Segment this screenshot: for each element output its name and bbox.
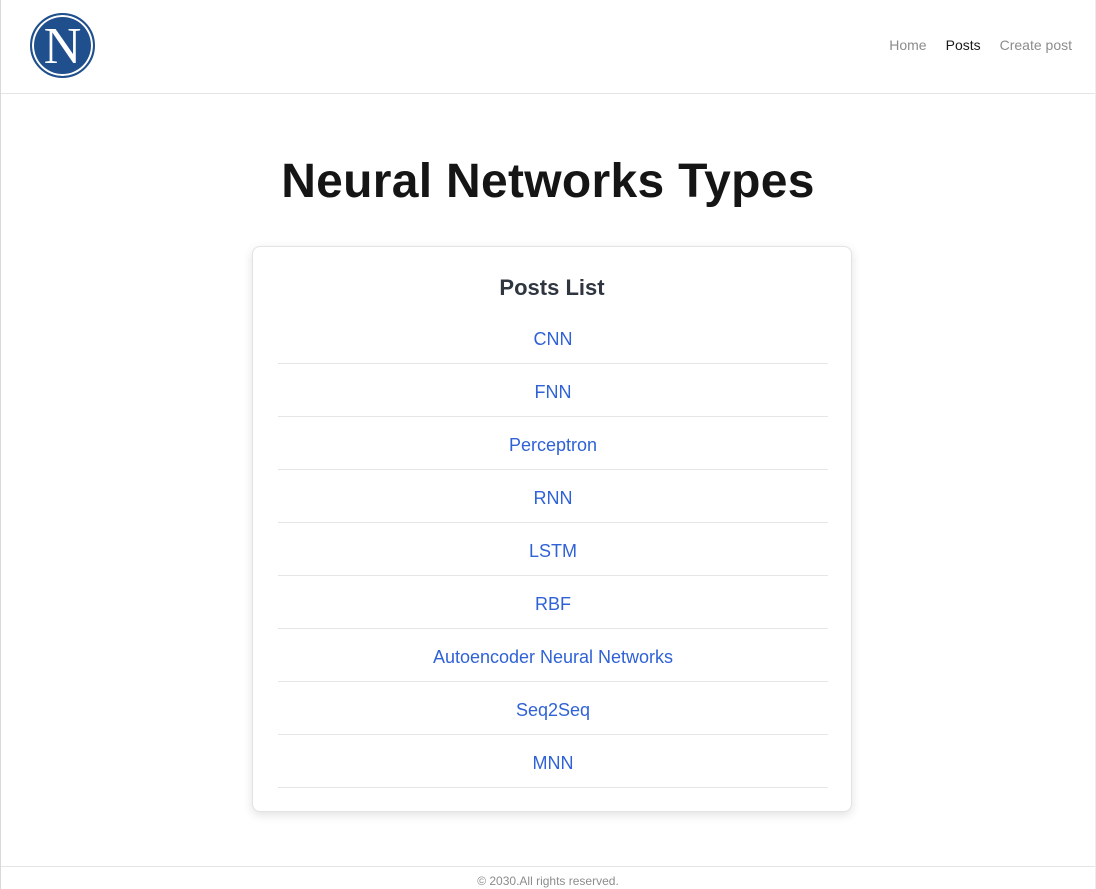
nav-create-post-link[interactable]: Create post <box>1000 37 1072 53</box>
list-item: RNN <box>278 470 828 523</box>
main-nav: Home Posts Create post <box>889 37 1072 53</box>
posts-list: CNN FNN Perceptron RNN LSTM RBF Autoenco… <box>278 311 828 788</box>
page-title: Neural Networks Types <box>281 155 815 208</box>
site-footer: © 2030.All rights reserved. <box>1 866 1095 889</box>
nav-home-link[interactable]: Home <box>889 37 926 53</box>
posts-card: Posts List CNN FNN Perceptron RNN LSTM R… <box>252 246 852 812</box>
list-item: Perceptron <box>278 417 828 470</box>
post-link-rnn[interactable]: RNN <box>534 488 573 509</box>
post-link-autoencoder[interactable]: Autoencoder Neural Networks <box>433 647 673 668</box>
list-item: CNN <box>278 311 828 364</box>
list-item: Seq2Seq <box>278 682 828 735</box>
logo[interactable]: N <box>30 13 95 78</box>
copyright-text: © 2030.All rights reserved. <box>477 874 619 888</box>
nav-posts-link[interactable]: Posts <box>946 37 981 53</box>
list-item: RBF <box>278 576 828 629</box>
page: N Home Posts Create post Neural Networks… <box>0 0 1096 889</box>
logo-letter: N <box>43 17 82 75</box>
post-link-rbf[interactable]: RBF <box>535 594 571 615</box>
list-item: Autoencoder Neural Networks <box>278 629 828 682</box>
post-link-mnn[interactable]: MNN <box>533 753 574 774</box>
posts-list-title: Posts List <box>499 275 605 300</box>
list-item: FNN <box>278 364 828 417</box>
post-link-perceptron[interactable]: Perceptron <box>509 435 597 456</box>
list-item: MNN <box>278 735 828 788</box>
post-link-lstm[interactable]: LSTM <box>529 541 577 562</box>
site-header: N Home Posts Create post <box>1 0 1095 94</box>
post-link-seq2seq[interactable]: Seq2Seq <box>516 700 590 721</box>
post-link-fnn[interactable]: FNN <box>535 382 572 403</box>
post-link-cnn[interactable]: CNN <box>534 329 573 350</box>
list-item: LSTM <box>278 523 828 576</box>
